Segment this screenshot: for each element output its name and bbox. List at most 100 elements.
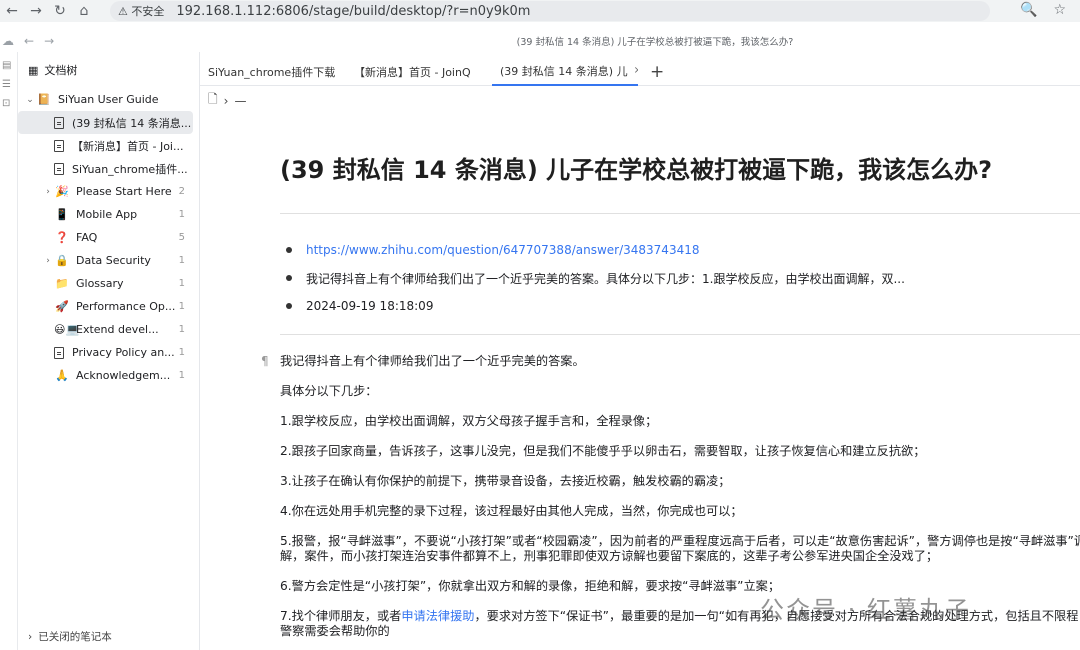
tab-label: (39 封私信 14 条消息) 儿 (500, 64, 628, 78)
closed-notebooks[interactable]: › 已关闭的笔记本 (28, 629, 112, 644)
tree-item-label: FAQ (76, 231, 98, 244)
tree-item[interactable]: (39 封私信 14 条消息... (18, 111, 193, 134)
tab-label: SiYuan_chrome插件下载 (208, 65, 336, 79)
tab[interactable]: SiYuan_chrome插件下载 (200, 58, 346, 86)
doc-attributes: https://www.zhihu.com/question/647707388… (286, 236, 905, 320)
security-indicator[interactable]: ⚠ 不安全 (118, 3, 164, 19)
paragraph-icon[interactable]: ¶ (261, 354, 269, 369)
tree-item[interactable]: › 🔒 Data Security 1 (18, 249, 199, 272)
zoom-icon[interactable]: 🔍 (1020, 2, 1037, 18)
tree-item[interactable]: 🙏 Acknowledgem... 1 (18, 364, 199, 387)
browser-toolbar: ← → ↻ ⌂ ⚠ 不安全 192.168.1.112:6806/stage/b… (0, 0, 1080, 22)
back-icon[interactable]: ← (0, 3, 24, 19)
document-icon (54, 116, 64, 129)
tab-bar: SiYuan_chrome插件下载 【新消息】首页 - JoinQ (39 封私信 … (200, 58, 1080, 86)
legal-aid-link[interactable]: 申请法律援助 (401, 609, 474, 623)
list-item: 2024-09-19 18:18:09 (286, 292, 905, 320)
emoji-icon: ❓ (55, 231, 69, 244)
window-title: (39 封私信 14 条消息) 儿子在学校总被打被逼下跪，我该怎么办? (516, 37, 794, 48)
tree-item-label: (39 封私信 14 条消息... (72, 116, 192, 130)
tab[interactable]: 【新消息】首页 - JoinQ (346, 58, 492, 86)
document-icon (54, 346, 64, 359)
list-item: https://www.zhihu.com/question/647707388… (286, 236, 905, 264)
tree-item[interactable]: 📁 Glossary 1 (18, 272, 199, 295)
paragraph[interactable]: 5.报警，报“寻衅滋事”，不要说“小孩打架”或者“校园霸凌”，因为前者的严重程度… (280, 534, 1080, 564)
child-count: 1 (178, 209, 185, 220)
tree-item[interactable]: 📱 Mobile App 1 (18, 203, 199, 226)
child-count: 1 (178, 278, 185, 289)
chevron-right-icon[interactable]: › (42, 256, 54, 266)
tree-item-label: 【新消息】首页 - Joi... (72, 139, 184, 153)
document-icon[interactable]: 🗋 (208, 90, 218, 111)
bookmark-star-icon[interactable]: ☆ (1053, 2, 1066, 18)
chevron-right-icon: › (28, 630, 33, 643)
home-icon[interactable]: ⌂ (72, 3, 96, 19)
tree-item[interactable]: SiYuan_chrome插件... (18, 157, 199, 180)
left-dock: ▤ ☰ ⊡ (0, 52, 18, 650)
bullet-icon (286, 247, 292, 253)
emoji-icon: 😃💻 (54, 323, 80, 336)
tree-item-label: Performance Op... (76, 300, 176, 313)
add-tab-icon[interactable]: + (650, 62, 664, 82)
tab-label: 【新消息】首页 - JoinQ (354, 65, 471, 79)
document-icon (54, 139, 64, 152)
page-title[interactable]: (39 封私信 14 条消息) 儿子在学校总被打被逼下跪，我该怎么办? (280, 150, 992, 185)
paragraph[interactable]: 4.你在远处用手机完整的录下过程，该过程最好由其他人完成，当然，你完成也可以； (280, 504, 1080, 519)
tab[interactable]: (39 封私信 14 条消息) 儿 × (492, 58, 638, 86)
file-tree-title: 文档树 (44, 64, 78, 77)
tree-item-label: Glossary (76, 277, 124, 290)
tree-item-label: Data Security (76, 254, 151, 267)
reload-icon[interactable]: ↻ (48, 3, 72, 19)
tree-item[interactable]: Privacy Policy an... 1 (18, 341, 199, 364)
child-count: 5 (178, 232, 185, 243)
paragraph[interactable]: 我记得抖音上有个律师给我们出了一个近乎完美的答案。 (280, 354, 1080, 369)
emoji-icon: 📁 (55, 277, 69, 290)
tree-item-label: Mobile App (76, 208, 138, 221)
closed-notebooks-label: 已关闭的笔记本 (38, 631, 112, 643)
dash-icon[interactable]: — (234, 94, 246, 108)
emoji-icon: 🎉 (55, 185, 69, 198)
tree-item[interactable]: ❓ FAQ 5 (18, 226, 199, 249)
tree-item-label: Acknowledgem... (76, 369, 171, 382)
paragraph[interactable]: 2.跟孩子回家商量，告诉孩子，这事儿没完，但是我们不能傻乎乎以卵击石，需要智取，… (280, 444, 1080, 459)
tree-item[interactable]: 【新消息】首页 - Joi... (18, 134, 199, 157)
emoji-icon: 📱 (55, 208, 69, 221)
child-count: 1 (178, 347, 185, 358)
chevron-right-icon: › (223, 93, 229, 108)
child-count: 1 (178, 324, 185, 335)
outline-dock-icon[interactable]: ☰ (2, 79, 17, 90)
source-link[interactable]: https://www.zhihu.com/question/647707388… (306, 243, 699, 257)
tree-item[interactable]: 😃💻 Extend devel... 1 (18, 318, 199, 341)
child-count: 1 (178, 255, 185, 266)
paragraph[interactable]: 3.让孩子在确认有你保护的前提下，携带录音设备，去接近校霸，触发校霸的霸凌； (280, 474, 1080, 489)
child-count: 1 (178, 370, 185, 381)
app-title-bar: ☁ ← → (39 封私信 14 条消息) 儿子在学校总被打被逼下跪，我该怎么办… (0, 30, 1080, 52)
tree-item[interactable]: › 🎉 Please Start Here 2 (18, 180, 199, 203)
breadcrumb: 🗋 › — (208, 90, 246, 111)
divider (280, 213, 1080, 214)
file-tree-dock-icon[interactable]: ▤ (2, 60, 17, 71)
tree-item-label: Extend devel... (76, 323, 159, 336)
tree-item-label: SiYuan_chrome插件... (72, 162, 188, 176)
notebook-item[interactable]: ⌄ 📔 SiYuan User Guide (18, 88, 199, 111)
chevron-down-icon[interactable]: ⌄ (24, 95, 36, 105)
emoji-icon: 🙏 (55, 369, 69, 382)
emoji-icon: 🔒 (55, 254, 69, 267)
child-count: 1 (178, 301, 185, 312)
close-icon[interactable]: × (634, 65, 638, 76)
divider (280, 334, 1080, 335)
bullet-icon (286, 275, 292, 281)
chevron-right-icon[interactable]: › (42, 187, 54, 197)
tree-item[interactable]: 🚀 Performance Op... 1 (18, 295, 199, 318)
paragraph[interactable]: 1.跟学校反应，由学校出面调解，双方父母孩子握手言和，全程录像； (280, 414, 1080, 429)
watermark: 公众号 · 红薯丸子 (760, 596, 971, 624)
summary-text: 我记得抖音上有个律师给我们出了一个近乎完美的答案。具体分以下几步：1.跟学校反应… (306, 271, 905, 286)
editor: (39 封私信 14 条消息) 儿子在学校总被打被逼下跪，我该怎么办? http… (200, 110, 1080, 650)
address-bar[interactable]: ⚠ 不安全 192.168.1.112:6806/stage/build/des… (110, 1, 990, 21)
tree-item-label: Please Start Here (76, 185, 172, 198)
file-tree-icon: ▦ (28, 63, 39, 77)
notebook-icon: 📔 (37, 93, 51, 106)
paragraph[interactable]: 具体分以下几步： (280, 384, 1080, 399)
forward-icon[interactable]: → (24, 3, 48, 19)
bookmark-dock-icon[interactable]: ⊡ (2, 98, 17, 109)
